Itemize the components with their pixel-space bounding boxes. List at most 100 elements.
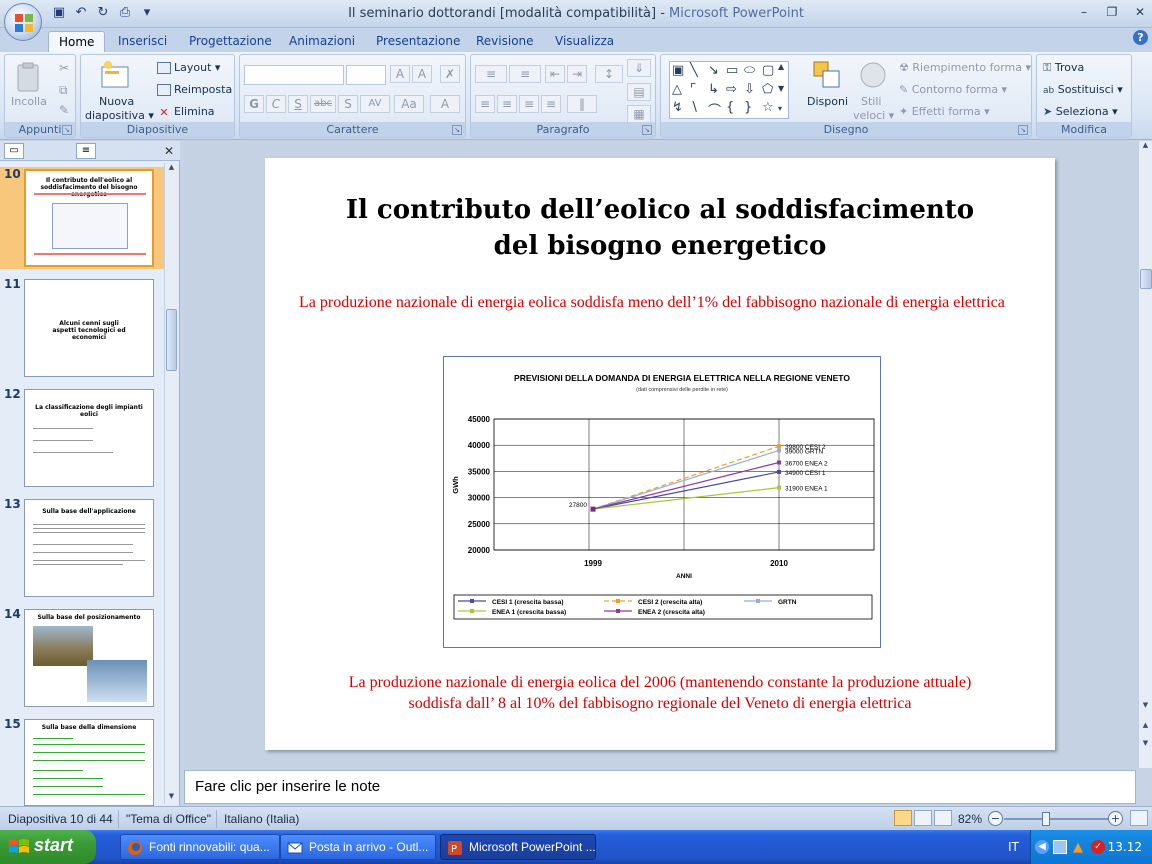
scroll-up-icon[interactable]: ▲ [1140,141,1151,153]
start-button[interactable]: start [0,830,96,864]
zoom-level[interactable]: 82% [958,812,982,826]
layout-button[interactable]: Layout ▾ [157,61,220,74]
outline-tab-icon[interactable]: ≡ [76,143,96,159]
decrease-indent-icon[interactable]: ⇤ [545,65,565,83]
grow-font-icon[interactable]: A [390,65,410,83]
taskbar-firefox[interactable]: Fonti rinnovabili: qua... [120,834,280,860]
justify-icon[interactable]: ≡ [541,95,561,113]
tab-slideshow[interactable]: Presentazione [366,31,470,52]
tray-expand-icon[interactable]: ◀ [1035,840,1049,854]
scroll-down-icon[interactable]: ▼ [1140,701,1151,713]
language-indicator[interactable]: Italiano (Italia) [224,812,299,826]
help-icon[interactable]: ? [1133,30,1148,45]
smartart-icon[interactable]: ▦ [627,105,651,123]
thumbnail-slide-15[interactable]: 15 Sulla base della dimensione [0,717,164,819]
bold-button[interactable]: G [244,95,264,113]
quick-styles-label[interactable]: Stili [861,95,881,108]
copy-icon[interactable]: ⧉ [59,83,68,98]
tab-review[interactable]: Revisione [466,31,544,52]
shrink-font-icon[interactable]: A [412,65,432,83]
font-launcher-icon[interactable]: ↘ [452,125,462,135]
slide-title[interactable]: Il contributo dell’eolico al soddisfacim… [305,192,1015,264]
clipboard-launcher-icon[interactable]: ↘ [62,125,72,135]
shape-effects-button[interactable]: ✦ Effetti forma ▾ [899,105,990,118]
close-button[interactable]: ✕ [1132,4,1148,20]
restore-button[interactable]: ❐ [1104,4,1120,20]
paste-button[interactable]: Incolla [11,95,47,108]
taskbar-powerpoint[interactable]: P Microsoft PowerPoint ... [440,834,596,860]
slides-tab-icon[interactable]: ▭ [4,143,24,159]
notes-pane[interactable]: Fare clic per inserire le note [184,770,1136,804]
change-case-button[interactable]: Aa [394,95,424,113]
zoom-slider-knob[interactable] [1042,812,1050,826]
numbering-icon[interactable]: ≡ [509,65,541,83]
minimize-button[interactable]: – [1076,4,1092,20]
format-painter-icon[interactable]: ✎ [59,103,69,117]
clear-format-icon[interactable]: ✗ [440,65,460,83]
underline-button[interactable]: S [288,95,308,113]
columns-icon[interactable]: ‖ [567,95,597,113]
new-slide-label[interactable]: Nuova [99,95,134,108]
tab-insert[interactable]: Inserisci [108,31,177,52]
font-size-combo[interactable] [346,65,386,85]
scroll-thumb[interactable] [1140,269,1152,289]
taskbar-outlook[interactable]: Posta in arrivo - Outl... [280,834,436,860]
slide-scrollbar[interactable]: ▲ ▼ ▲ ▼ [1138,141,1152,768]
next-slide-icon[interactable]: ▼ [1140,739,1151,751]
font-name-combo[interactable] [244,65,344,85]
thumbnail-slide-11[interactable]: 11 Alcuni cenni sugli aspetti tecnologic… [0,277,164,379]
shapes-gallery[interactable]: ▣ ╲ ↘ ▭ ⬭ ▢ △ ⌜ ↳ ⇨ ⇩ ⬠ ↯ ∖ ⌒ { } ☆ ▲ ▼ … [669,61,789,119]
office-button[interactable] [4,3,42,41]
align-text-icon[interactable]: ▤ [627,83,651,101]
find-button[interactable]: ⚿ Trova [1043,61,1084,75]
zoom-slider[interactable] [1004,818,1108,820]
align-center-icon[interactable]: ≡ [497,95,517,113]
tab-view[interactable]: Visualizza [545,31,624,52]
bullets-icon[interactable]: ≡ [475,65,507,83]
drawing-launcher-icon[interactable]: ↘ [1018,125,1028,135]
slide-sorter-view-icon[interactable] [914,810,932,826]
align-right-icon[interactable]: ≡ [519,95,539,113]
shape-fill-button[interactable]: ☢ Riempimento forma ▾ [899,61,1031,74]
zoom-out-icon[interactable]: − [988,811,1003,826]
current-slide[interactable]: Il contributo dell’eolico al soddisfacim… [265,158,1055,750]
fit-slide-icon[interactable] [1130,810,1148,826]
tab-home[interactable]: Home [48,31,106,52]
theme-name[interactable]: "Tema di Office" [126,812,211,826]
select-button[interactable]: ➤ Seleziona ▾ [1043,105,1118,118]
reset-button[interactable]: Reimposta [157,83,232,96]
slide-text-top[interactable]: La produzione nazionale di energia eolic… [299,292,1039,313]
thumbnail-slide-10[interactable]: 10 Il contributo dell'eolico al soddisfa… [0,167,164,269]
zoom-in-icon[interactable]: + [1108,811,1123,826]
quick-styles-button[interactable]: veloci ▾ [853,109,894,122]
thumbnail-slide-14[interactable]: 14 Sulla base del posizionamento [0,607,164,709]
arrange-button[interactable]: Disponi [807,95,848,108]
tab-animations[interactable]: Animazioni [279,31,365,52]
normal-view-icon[interactable] [894,810,912,826]
char-spacing-button[interactable]: AV [360,95,390,113]
previous-slide-icon[interactable]: ▲ [1140,721,1151,733]
strikethrough-button[interactable]: abc [310,95,336,113]
scroll-down-icon[interactable]: ▼ [166,792,177,804]
chart-image[interactable]: PREVISIONI DELLA DOMANDA DI ENERGIA ELET… [443,356,881,648]
thumbnail-slide-12[interactable]: 12 La classificazione degli impianti eol… [0,387,164,489]
italic-button[interactable]: C [266,95,286,113]
scroll-thumb[interactable] [166,309,177,371]
network-icon[interactable] [1053,840,1067,854]
align-left-icon[interactable]: ≡ [475,95,495,113]
thumbnail-slide-13[interactable]: 13 Sulla base dell'applicazione [0,497,164,599]
font-color-button[interactable]: A [430,95,460,113]
tab-design[interactable]: Progettazione [179,31,282,52]
delete-button[interactable]: ✕ Elimina [157,105,214,119]
scroll-up-icon[interactable]: ▲ [166,163,177,175]
text-direction-icon[interactable]: ⇓ [627,59,651,77]
paragraph-launcher-icon[interactable]: ↘ [642,125,652,135]
cut-icon[interactable]: ✂ [59,61,69,75]
slide-text-bottom[interactable]: La produzione nazionale di energia eolic… [305,672,1015,714]
thumbnails-scrollbar[interactable]: ▲ ▼ [164,163,177,804]
antivirus-icon[interactable]: ✓ [1091,840,1105,854]
increase-indent-icon[interactable]: ⇥ [567,65,587,83]
firewall-icon[interactable]: ▲ [1073,840,1087,855]
replace-button[interactable]: ab Sostituisci ▾ [1043,83,1123,96]
panel-close-icon[interactable]: ✕ [164,144,174,158]
